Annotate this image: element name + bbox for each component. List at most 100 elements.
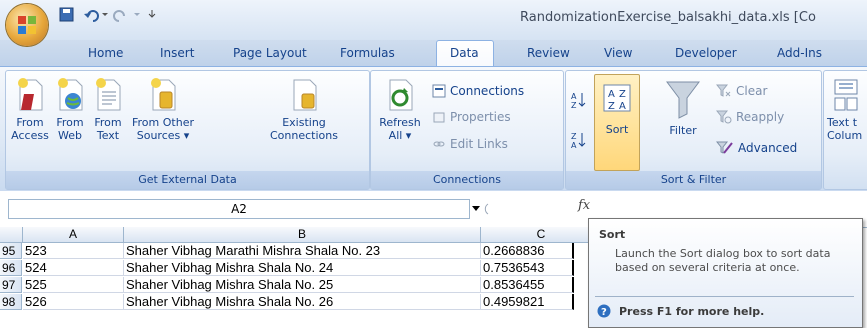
cell-a[interactable]: 524 [23, 260, 124, 276]
refresh-label-2: All ▾ [388, 129, 412, 142]
row-header[interactable]: 95 [0, 243, 22, 259]
row-header[interactable]: 96 [0, 260, 22, 276]
refresh-label-1: Refresh [379, 116, 421, 129]
edit-links-icon [433, 141, 445, 147]
refresh-all-button[interactable]: Refresh All ▾ [374, 76, 426, 142]
tab-view[interactable]: View [604, 46, 632, 60]
cell-c[interactable]: 0.7536543 [481, 260, 574, 276]
from-access-button[interactable]: From Access [9, 76, 51, 142]
cell-a[interactable]: 523 [23, 243, 124, 259]
svg-text:A: A [571, 92, 577, 101]
cell-a[interactable]: 525 [23, 277, 124, 293]
window-title: RandomizationExercise_balsakhi_data.xls … [520, 10, 816, 25]
save-icon[interactable] [59, 7, 74, 22]
tooltip-help-text: Press F1 for more help. [619, 304, 765, 318]
tab-page-layout[interactable]: Page Layout [233, 46, 307, 60]
cell-c[interactable]: 0.2668836 [481, 243, 574, 259]
undo-icon[interactable] [84, 10, 99, 22]
sort-button[interactable]: AZZA Sort [594, 74, 640, 171]
cell-b[interactable]: Shaher Vibhag Mishra Shala No. 24 [124, 260, 481, 276]
tab-home[interactable]: Home [88, 46, 123, 60]
from-text-label-1: From [94, 116, 122, 129]
clear-label: Clear [736, 84, 768, 98]
from-other-sources-button[interactable]: From Other Sources ▾ [128, 76, 198, 142]
from-other-label-2: Sources ▾ [136, 129, 190, 142]
tooltip-title: Sort [599, 228, 626, 241]
advanced-filter-button[interactable]: Advanced [716, 141, 797, 155]
column-header-a[interactable]: A [23, 227, 124, 243]
connections-button[interactable]: Connections [432, 84, 524, 98]
cell-a[interactable]: 526 [23, 294, 124, 310]
filter-funnel-icon [666, 81, 700, 119]
connections-icon [432, 84, 446, 98]
tab-insert[interactable]: Insert [160, 46, 194, 60]
existing-connections-button[interactable]: Existing Connections [268, 76, 340, 142]
help-icon: ? [597, 304, 611, 318]
tab-add-ins[interactable]: Add-Ins [777, 46, 822, 60]
properties-label: Properties [450, 110, 511, 124]
connections-label: Connections [450, 84, 525, 98]
tooltip-divider [595, 296, 854, 297]
from-access-label-2: Access [11, 129, 49, 142]
clear-filter-button[interactable]: Clear [716, 84, 767, 98]
row-header[interactable]: 98 [0, 294, 22, 310]
sort-z-to-a-icon[interactable]: ZA [570, 130, 588, 150]
svg-text:Z: Z [571, 101, 577, 110]
svg-text:A: A [619, 101, 626, 112]
tab-developer[interactable]: Developer [675, 46, 737, 60]
sort-a-to-z-icon[interactable]: AZ [570, 90, 588, 110]
name-box-dropdown-icon[interactable] [468, 200, 498, 218]
from-web-label-1: From [56, 116, 84, 129]
clear-filter-icon [716, 84, 731, 97]
tab-review[interactable]: Review [527, 46, 570, 60]
cell-c[interactable]: 0.4959821 [481, 294, 574, 310]
edit-links-button[interactable]: Edit Links [432, 137, 508, 151]
text-file-icon [96, 78, 121, 111]
cell-c[interactable]: 0.8536455 [481, 277, 574, 293]
svg-text:Z: Z [571, 132, 577, 141]
from-access-label-1: From [16, 116, 44, 129]
office-button[interactable] [6, 4, 48, 46]
redo-dropdown-icon [134, 13, 140, 16]
properties-icon [433, 112, 445, 123]
from-text-button[interactable]: From Text [90, 76, 126, 142]
column-header-c[interactable]: C [481, 227, 602, 243]
quick-access-toolbar [59, 7, 156, 22]
cell-b[interactable]: Shaher Vibhag Mishra Shala No. 25 [124, 277, 481, 293]
select-all-corner[interactable] [0, 227, 23, 243]
customize-toolbar-icon [148, 10, 156, 18]
tab-data[interactable]: Data [450, 46, 479, 60]
tooltip-help-row: ? Press F1 for more help. [597, 304, 764, 318]
svg-text:?: ? [601, 307, 607, 318]
filter-button[interactable]: Filter [660, 76, 706, 137]
text-to-columns-label-2: Colum [827, 129, 863, 142]
text-to-columns-button[interactable]: Text t Colum [827, 76, 867, 142]
cell-b[interactable]: Shaher Vibhag Marathi Mishra Shala No. 2… [124, 243, 481, 259]
column-header-b[interactable]: B [124, 227, 481, 243]
reapply-icon [716, 110, 732, 124]
name-box[interactable]: A2 [8, 199, 470, 219]
svg-text:Z: Z [619, 89, 626, 100]
from-web-label-2: Web [58, 129, 82, 142]
redo-icon[interactable] [113, 10, 125, 22]
reapply-button[interactable]: Reapply [716, 110, 784, 124]
group-label: Sort & Filter [566, 171, 821, 189]
from-web-button[interactable]: From Web [53, 76, 87, 142]
cell-b[interactable]: Shaher Vibhag Mishra Shala No. 26 [124, 294, 481, 310]
svg-text:Z: Z [608, 101, 615, 112]
access-database-icon [18, 78, 43, 111]
function-wizard-icon[interactable]: fx [578, 198, 590, 213]
existing-label-1: Existing [282, 116, 326, 129]
refresh-icon [389, 79, 413, 111]
properties-button[interactable]: Properties [432, 110, 511, 124]
advanced-filter-icon [716, 141, 733, 154]
row-header[interactable]: 97 [0, 277, 22, 293]
text-to-columns-icon [834, 79, 858, 111]
from-other-label-1: From Other [132, 116, 194, 129]
edit-links-label: Edit Links [450, 137, 508, 151]
sort-tooltip: Sort Launch the Sort dialog box to sort … [588, 218, 863, 328]
tooltip-description: Launch the Sort dialog box to sort data … [615, 247, 831, 274]
tab-formulas[interactable]: Formulas [340, 46, 395, 60]
filter-label: Filter [669, 124, 697, 137]
svg-text:A: A [571, 141, 577, 150]
